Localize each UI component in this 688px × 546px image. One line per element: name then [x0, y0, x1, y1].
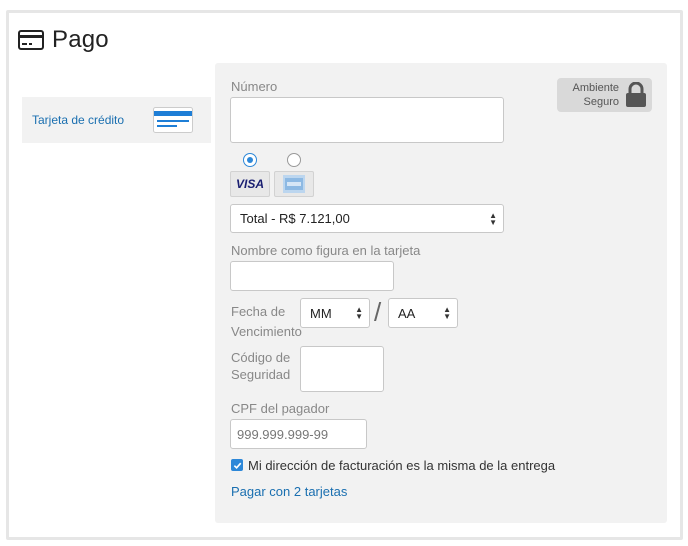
cardholder-name-label: Nombre como figura en la tarjeta [231, 243, 421, 258]
lock-icon [626, 82, 646, 107]
expiry-month-value: MM [310, 305, 332, 321]
expiry-label-line1: Fecha de [231, 304, 286, 319]
pay-with-two-cards-link[interactable]: Pagar con 2 tarjetas [231, 484, 347, 499]
cvv-label-line1: Código de [231, 350, 291, 365]
cpf-label: CPF del pagador [231, 401, 330, 416]
select-arrows-icon: ▲ ▼ [355, 305, 363, 321]
card-number-label: Número [231, 79, 278, 94]
installments-value: Total - R$ 7.121,00 [240, 211, 350, 226]
secure-badge-line2: Seguro [583, 96, 619, 108]
page-title: Pago [52, 26, 109, 53]
cvv-input[interactable] [300, 346, 384, 392]
expiry-separator: / [374, 297, 382, 327]
payment-header: Pago [18, 26, 109, 54]
secure-environment-badge: Ambiente Seguro [557, 78, 652, 112]
cardholder-name-input[interactable] [230, 261, 394, 291]
credit-card-icon [153, 107, 193, 133]
brand-radio-amex[interactable] [287, 153, 301, 167]
credit-card-icon [18, 30, 44, 50]
payment-method-label: Tarjeta de crédito [32, 113, 125, 127]
expiry-year-value: AA [398, 305, 416, 321]
amex-logo[interactable] [274, 171, 314, 197]
cpf-input[interactable] [230, 419, 367, 449]
select-arrows-icon: ▲ ▼ [443, 305, 451, 321]
select-arrows-icon: ▲ ▼ [489, 210, 497, 227]
billing-same-label[interactable]: Mi dirección de facturación es la misma … [248, 458, 555, 473]
expiry-label-line2: Vencimiento [231, 324, 302, 339]
amex-icon [283, 175, 305, 193]
card-number-input[interactable] [230, 97, 504, 143]
billing-same-checkbox[interactable] [231, 459, 243, 471]
check-icon [233, 462, 241, 469]
secure-badge-line1: Ambiente [572, 82, 619, 94]
cvv-label-line2: Seguridad [231, 367, 291, 382]
expiry-year-select[interactable]: AA ▲ ▼ [388, 298, 458, 328]
visa-text: VISA [235, 177, 264, 191]
payment-method-credit-card[interactable]: Tarjeta de crédito [22, 97, 211, 143]
brand-radio-visa[interactable] [243, 153, 257, 167]
installments-select[interactable]: Total - R$ 7.121,00 ▲ ▼ [230, 204, 504, 233]
visa-logo[interactable]: VISA [230, 171, 270, 197]
expiry-month-select[interactable]: MM ▲ ▼ [300, 298, 370, 328]
